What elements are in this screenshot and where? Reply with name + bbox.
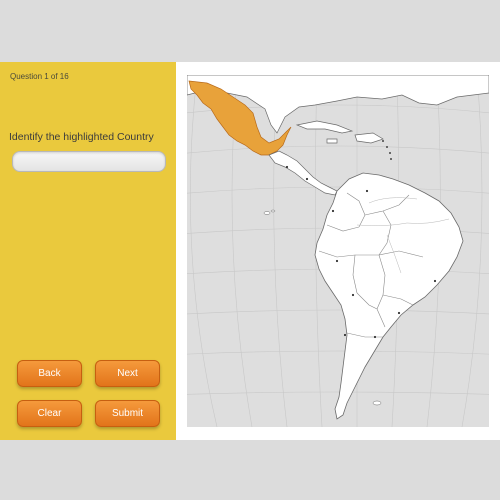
south-america-land	[314, 172, 464, 420]
latin-america-map	[187, 75, 489, 427]
next-button[interactable]: Next	[95, 360, 160, 387]
map	[187, 75, 489, 427]
cuba-island	[295, 120, 354, 134]
galapagos-islands	[263, 209, 276, 215]
submit-button[interactable]: Submit	[95, 400, 160, 427]
clear-button[interactable]: Clear	[17, 400, 82, 427]
top-bar	[0, 0, 500, 62]
jamaica-island	[326, 138, 338, 144]
lesser-antilles	[382, 140, 392, 160]
answer-input[interactable]	[12, 151, 166, 172]
bottom-bar	[0, 440, 500, 500]
back-button[interactable]: Back	[17, 360, 82, 387]
quiz-panel: Question 1 of 16 Identify the highlighte…	[0, 62, 176, 440]
question-counter: Question 1 of 16	[10, 72, 69, 81]
hispaniola-island	[354, 132, 384, 144]
falkland-islands	[372, 400, 382, 406]
question-prompt: Identify the highlighted Country	[9, 131, 154, 143]
central-america-land	[268, 150, 338, 196]
